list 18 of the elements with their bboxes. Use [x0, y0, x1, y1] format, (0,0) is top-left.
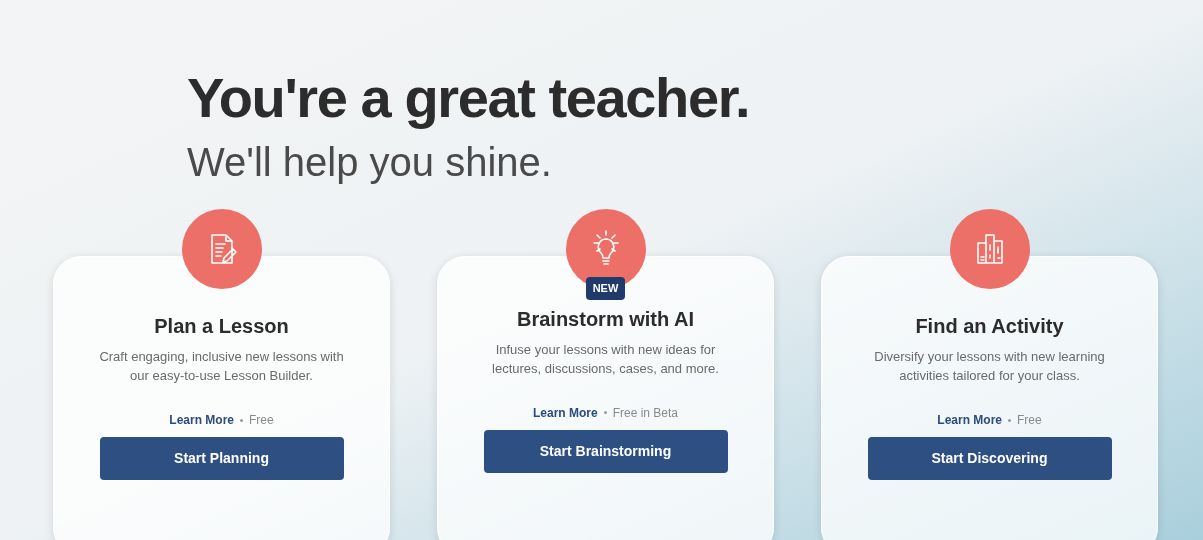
card-description: Craft engaging, inclusive new lessons with our easy-to-use Lesson Builder.: [98, 348, 345, 385]
learn-more-link[interactable]: Learn More: [937, 411, 1002, 429]
start-button[interactable]: Start Brainstorming: [483, 429, 728, 473]
headline: You're a great teacher.: [187, 66, 751, 130]
card-description: Infuse your lessons with new ideas for lectures, discussions, cases, and more.: [491, 340, 720, 378]
learn-more-link[interactable]: Learn More: [169, 411, 234, 429]
learn-more-link[interactable]: Learn More: [532, 403, 598, 422]
new-badge: NEW: [585, 277, 626, 300]
start-button[interactable]: Start Discovering: [867, 437, 1112, 480]
price-label: Free in Beta: [612, 404, 679, 422]
price-label: Free: [1017, 412, 1042, 429]
start-button[interactable]: Start Planning: [99, 437, 344, 480]
price-label: Free: [249, 412, 274, 429]
card-description: Diversify your lessons with new learning activities tailored for your class.: [873, 348, 1106, 385]
subheadline: We'll help you shine.: [187, 139, 553, 186]
card-title: Brainstorm with AI: [516, 306, 695, 332]
card-title: Find an Activity: [915, 314, 1064, 339]
card-title: Plan a Lesson: [154, 314, 289, 339]
